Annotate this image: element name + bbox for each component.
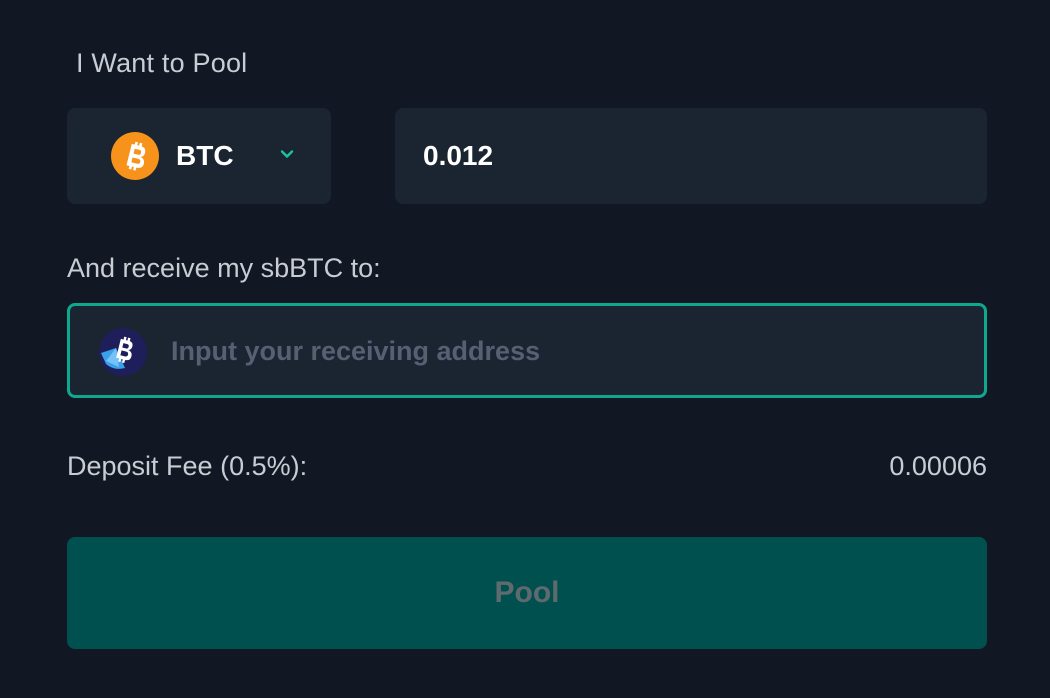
receive-address-label: And receive my sbBTC to: (67, 253, 381, 283)
amount-field (395, 108, 987, 204)
bitcoin-icon (111, 132, 159, 180)
chevron-down-icon (280, 150, 294, 158)
sbbtc-icon (99, 328, 147, 376)
token-symbol: BTC (176, 140, 234, 171)
deposit-fee-value: 0.00006 (889, 451, 987, 481)
token-select[interactable]: BTC (67, 108, 331, 204)
address-field (67, 303, 987, 398)
deposit-fee-label: Deposit Fee (0.5%): (67, 451, 308, 481)
receiving-address-input[interactable] (171, 331, 951, 371)
amount-input[interactable] (423, 136, 963, 176)
pool-form: I Want to Pool BTC And receive my sbBTC … (0, 0, 1050, 698)
pool-button[interactable]: Pool (67, 537, 987, 649)
form-title: I Want to Pool (76, 48, 248, 78)
